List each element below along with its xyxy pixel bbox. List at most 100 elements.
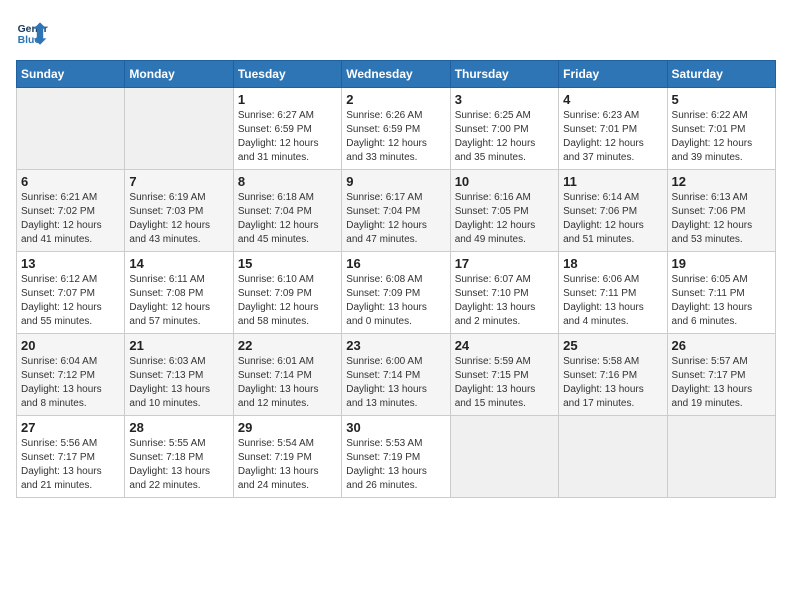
calendar-cell: 7 Sunrise: 6:19 AM Sunset: 7:03 PM Daylig… [125, 170, 233, 252]
day-number: 13 [21, 256, 120, 271]
calendar-cell: 26 Sunrise: 5:57 AM Sunset: 7:17 PM Dayli… [667, 334, 775, 416]
day-info: Sunrise: 6:25 AM Sunset: 7:00 PM Dayligh… [455, 109, 554, 165]
day-info: Sunrise: 6:04 AM Sunset: 7:12 PM Dayligh… [21, 355, 120, 411]
day-info: Sunrise: 6:08 AM Sunset: 7:09 PM Dayligh… [346, 273, 445, 329]
day-number: 26 [672, 338, 771, 353]
week-row-5: 27 Sunrise: 5:56 AM Sunset: 7:17 PM Dayli… [17, 416, 776, 498]
day-info: Sunrise: 5:56 AM Sunset: 7:17 PM Dayligh… [21, 437, 120, 493]
day-header-thursday: Thursday [450, 61, 558, 88]
calendar-cell: 25Sunrise: 5:58 AM Sunset: 7:16 PM Dayli… [559, 334, 667, 416]
day-info: Sunrise: 6:23 AM Sunset: 7:01 PM Dayligh… [563, 109, 662, 165]
day-info: Sunrise: 5:59 AM Sunset: 7:15 PM Dayligh… [455, 355, 554, 411]
day-number: 15 [238, 256, 337, 271]
calendar-cell: 19 Sunrise: 6:05 AM Sunset: 7:11 PM Dayli… [667, 252, 775, 334]
calendar-cell: 5 Sunrise: 6:22 AM Sunset: 7:01 PM Daylig… [667, 88, 775, 170]
day-number: 4 [563, 92, 662, 107]
day-number: 22 [238, 338, 337, 353]
calendar-cell: 2 Sunrise: 6:26 AM Sunset: 6:59 PM Daylig… [342, 88, 450, 170]
calendar-cell [559, 416, 667, 498]
calendar-cell: 22 Sunrise: 6:01 AM Sunset: 7:14 PM Dayli… [233, 334, 341, 416]
calendar-cell: 24 Sunrise: 5:59 AM Sunset: 7:15 PM Dayli… [450, 334, 558, 416]
day-number: 27 [21, 420, 120, 435]
day-info: Sunrise: 6:22 AM Sunset: 7:01 PM Dayligh… [672, 109, 771, 165]
calendar-cell: 29 Sunrise: 5:54 AM Sunset: 7:19 PM Dayli… [233, 416, 341, 498]
day-number: 3 [455, 92, 554, 107]
calendar-cell: 28 Sunrise: 5:55 AM Sunset: 7:18 PM Dayli… [125, 416, 233, 498]
day-header-friday: Friday [559, 61, 667, 88]
calendar-cell: 13 Sunrise: 6:12 AM Sunset: 7:07 PM Dayli… [17, 252, 125, 334]
calendar-cell: 18Sunrise: 6:06 AM Sunset: 7:11 PM Dayli… [559, 252, 667, 334]
day-header-saturday: Saturday [667, 61, 775, 88]
day-number: 16 [346, 256, 445, 271]
day-info: Sunrise: 6:03 AM Sunset: 7:13 PM Dayligh… [129, 355, 228, 411]
day-info: Sunrise: 6:06 AM Sunset: 7:11 PM Dayligh… [563, 273, 662, 329]
calendar-cell: 14 Sunrise: 6:11 AM Sunset: 7:08 PM Dayli… [125, 252, 233, 334]
calendar-table: SundayMondayTuesdayWednesdayThursdayFrid… [16, 60, 776, 498]
day-info: Sunrise: 6:01 AM Sunset: 7:14 PM Dayligh… [238, 355, 337, 411]
day-info: Sunrise: 5:54 AM Sunset: 7:19 PM Dayligh… [238, 437, 337, 493]
day-info: Sunrise: 6:26 AM Sunset: 6:59 PM Dayligh… [346, 109, 445, 165]
day-number: 6 [21, 174, 120, 189]
calendar-cell: 8 Sunrise: 6:18 AM Sunset: 7:04 PM Daylig… [233, 170, 341, 252]
calendar-cell [450, 416, 558, 498]
day-info: Sunrise: 5:55 AM Sunset: 7:18 PM Dayligh… [129, 437, 228, 493]
day-header-sunday: Sunday [17, 61, 125, 88]
calendar-cell: 15 Sunrise: 6:10 AM Sunset: 7:09 PM Dayli… [233, 252, 341, 334]
day-number: 30 [346, 420, 445, 435]
calendar-cell: 9 Sunrise: 6:17 AM Sunset: 7:04 PM Daylig… [342, 170, 450, 252]
day-number: 24 [455, 338, 554, 353]
week-row-2: 6 Sunrise: 6:21 AM Sunset: 7:02 PM Daylig… [17, 170, 776, 252]
day-info: Sunrise: 6:13 AM Sunset: 7:06 PM Dayligh… [672, 191, 771, 247]
day-info: Sunrise: 6:05 AM Sunset: 7:11 PM Dayligh… [672, 273, 771, 329]
days-header-row: SundayMondayTuesdayWednesdayThursdayFrid… [17, 61, 776, 88]
calendar-cell: 4 Sunrise: 6:23 AM Sunset: 7:01 PM Daylig… [559, 88, 667, 170]
calendar-cell: 21 Sunrise: 6:03 AM Sunset: 7:13 PM Dayli… [125, 334, 233, 416]
calendar-cell: 16 Sunrise: 6:08 AM Sunset: 7:09 PM Dayli… [342, 252, 450, 334]
day-header-tuesday: Tuesday [233, 61, 341, 88]
day-number: 8 [238, 174, 337, 189]
day-number: 10 [455, 174, 554, 189]
day-number: 12 [672, 174, 771, 189]
week-row-1: 1 Sunrise: 6:27 AM Sunset: 6:59 PM Daylig… [17, 88, 776, 170]
logo: General Blue [16, 16, 48, 48]
day-number: 9 [346, 174, 445, 189]
day-number: 5 [672, 92, 771, 107]
day-header-monday: Monday [125, 61, 233, 88]
day-info: Sunrise: 6:18 AM Sunset: 7:04 PM Dayligh… [238, 191, 337, 247]
day-info: Sunrise: 6:12 AM Sunset: 7:07 PM Dayligh… [21, 273, 120, 329]
calendar-cell [17, 88, 125, 170]
day-number: 2 [346, 92, 445, 107]
header: General Blue [16, 16, 776, 48]
day-number: 23 [346, 338, 445, 353]
day-number: 21 [129, 338, 228, 353]
calendar-cell: 6 Sunrise: 6:21 AM Sunset: 7:02 PM Daylig… [17, 170, 125, 252]
day-info: Sunrise: 5:53 AM Sunset: 7:19 PM Dayligh… [346, 437, 445, 493]
day-info: Sunrise: 6:00 AM Sunset: 7:14 PM Dayligh… [346, 355, 445, 411]
calendar-cell: 23 Sunrise: 6:00 AM Sunset: 7:14 PM Dayli… [342, 334, 450, 416]
day-number: 17 [455, 256, 554, 271]
day-info: Sunrise: 6:10 AM Sunset: 7:09 PM Dayligh… [238, 273, 337, 329]
day-info: Sunrise: 6:21 AM Sunset: 7:02 PM Dayligh… [21, 191, 120, 247]
day-number: 19 [672, 256, 771, 271]
day-number: 29 [238, 420, 337, 435]
day-info: Sunrise: 6:17 AM Sunset: 7:04 PM Dayligh… [346, 191, 445, 247]
day-info: Sunrise: 6:19 AM Sunset: 7:03 PM Dayligh… [129, 191, 228, 247]
day-number: 7 [129, 174, 228, 189]
calendar-cell: 17Sunrise: 6:07 AM Sunset: 7:10 PM Dayli… [450, 252, 558, 334]
calendar-cell: 27 Sunrise: 5:56 AM Sunset: 7:17 PM Dayli… [17, 416, 125, 498]
svg-text:General: General [18, 24, 48, 35]
day-info: Sunrise: 6:11 AM Sunset: 7:08 PM Dayligh… [129, 273, 228, 329]
day-info: Sunrise: 6:27 AM Sunset: 6:59 PM Dayligh… [238, 109, 337, 165]
logo-icon: General Blue [16, 16, 48, 48]
calendar-cell: 3 Sunrise: 6:25 AM Sunset: 7:00 PM Daylig… [450, 88, 558, 170]
calendar-cell: 1 Sunrise: 6:27 AM Sunset: 6:59 PM Daylig… [233, 88, 341, 170]
day-info: Sunrise: 5:57 AM Sunset: 7:17 PM Dayligh… [672, 355, 771, 411]
calendar-body: 1 Sunrise: 6:27 AM Sunset: 6:59 PM Daylig… [17, 88, 776, 498]
calendar-cell: 30 Sunrise: 5:53 AM Sunset: 7:19 PM Dayli… [342, 416, 450, 498]
calendar-cell: 12 Sunrise: 6:13 AM Sunset: 7:06 PM Dayli… [667, 170, 775, 252]
day-info: Sunrise: 5:58 AM Sunset: 7:16 PM Dayligh… [563, 355, 662, 411]
day-number: 28 [129, 420, 228, 435]
day-number: 1 [238, 92, 337, 107]
day-number: 14 [129, 256, 228, 271]
calendar-cell: 10Sunrise: 6:16 AM Sunset: 7:05 PM Dayli… [450, 170, 558, 252]
